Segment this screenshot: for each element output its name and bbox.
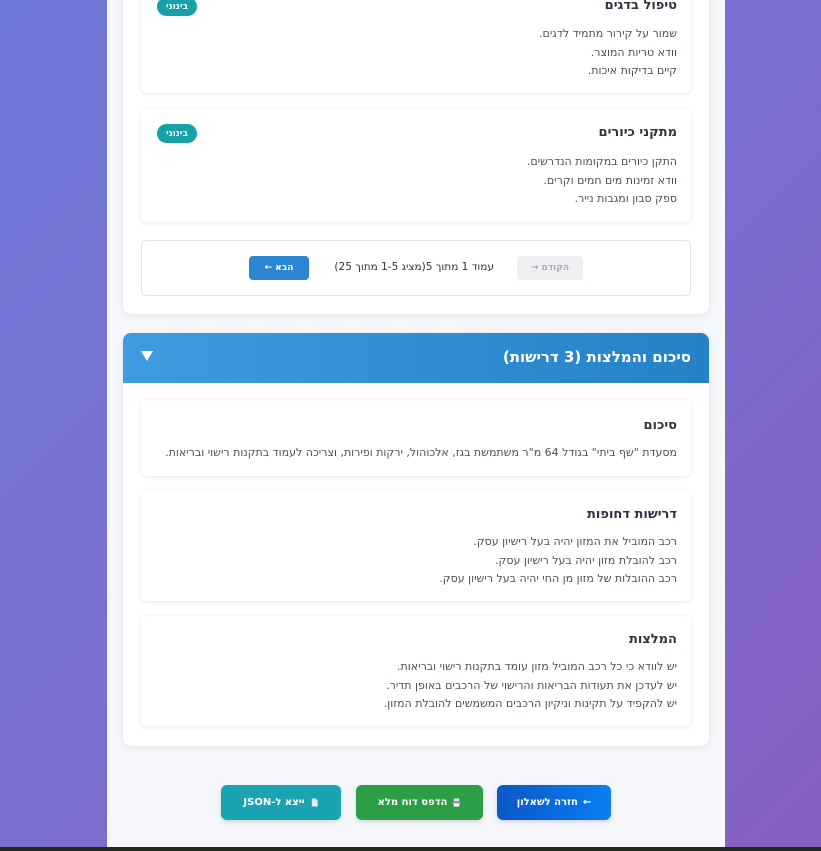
priority-badge: בינוני	[157, 124, 197, 143]
json-label: ייצא ל-JSON	[243, 797, 305, 808]
requirement-title: מתקני כיורים	[598, 125, 677, 140]
urgent-requirements-card: דרישות דחופות רכב המוביל את המזון יהיה ב…	[141, 490, 691, 601]
requirement-card-fish: טיפול בדגים בינוני שמור על קירור מתמיד ל…	[141, 0, 691, 93]
export-json-button[interactable]: ייצא ל-JSON	[221, 785, 341, 820]
requirement-lines: שמור על קירור מתמיד לדגים. וודא טריות המ…	[539, 25, 677, 81]
next-page-label: הבא	[275, 263, 294, 273]
print-label: הדפס דוח מלא	[377, 797, 448, 808]
card-line: יש להקפיד על תקינות וניקיון הרכבים המשמש…	[383, 697, 677, 710]
card-lines: יש לוודא כי כל רכב המוביל מזון עומד בתקנ…	[384, 658, 677, 714]
requirements-panel: טיפול בדגים בינוני שמור על קירור מתמיד ל…	[123, 0, 709, 314]
back-label: חזרה לשאלון	[516, 797, 578, 808]
arrow-right-icon: →	[531, 263, 539, 273]
section-title: סיכום והמלצות (3 דרישות)	[502, 348, 691, 366]
card-lines: רכב המוביל את המזון יהיה בעל רישיון עסק.…	[439, 533, 677, 589]
requirement-title: טיפול בדגים	[604, 0, 677, 13]
summary-card: סיכום מסעדת "שף ביתי" בגודל 64 מ"ר משתמש…	[141, 400, 691, 476]
card-line: יש לוודא כי כל רכב המוביל מזון עומד בתקנ…	[397, 660, 677, 673]
card-title: סיכום	[643, 418, 677, 433]
requirement-line: התקן כיורים במקומות הנדרשים.	[526, 155, 677, 168]
pagination: הקודם → עמוד 1 מתוך 5(מציג 1-5 מתוך 25) …	[141, 240, 691, 296]
report-container: טיפול בדגים בינוני שמור על קירור מתמיד ל…	[107, 0, 725, 847]
bottom-strip	[0, 847, 821, 851]
chevron-down-icon[interactable]	[141, 351, 153, 361]
card-line: יש לעדכן את תעודות הבריאות והרישוי של הר…	[386, 678, 677, 692]
page-info: עמוד 1 מתוך 5(מציג 1-5 מתוך 25)	[334, 261, 494, 273]
summary-section-header[interactable]: סיכום והמלצות (3 דרישות)	[123, 333, 709, 383]
print-report-button[interactable]: הדפס דוח מלא	[356, 785, 483, 820]
prev-page-label: הקודם	[541, 263, 570, 273]
arrow-left-icon: ←	[264, 263, 273, 273]
summary-section: סיכום והמלצות (3 דרישות) סיכום מסעדת "שף…	[123, 333, 709, 746]
requirement-line: קיים בדיקות איכות.	[587, 64, 677, 77]
card-title: דרישות דחופות	[587, 507, 677, 522]
requirement-line: וודא טריות המוצר.	[590, 45, 677, 59]
card-lines: מסעדת "שף ביתי" בגודל 64 מ"ר משתמשת בגז,…	[165, 444, 677, 463]
requirement-line: שמור על קירור מתמיד לדגים.	[539, 27, 677, 40]
card-line: רכב להובלת מזון יהיה בעל רישיון עסק.	[495, 553, 677, 567]
card-line: רכב ההובלות של מזון מן החי יהיה בעל רישי…	[439, 572, 677, 585]
card-line: מסעדת "שף ביתי" בגודל 64 מ"ר משתמשת בגז,…	[165, 446, 677, 459]
card-line: רכב המוביל את המזון יהיה בעל רישיון עסק.	[473, 535, 677, 548]
printer-icon	[452, 798, 461, 807]
next-page-button[interactable]: הבא ←	[249, 256, 309, 280]
prev-page-button[interactable]: הקודם →	[517, 256, 583, 280]
arrow-left-icon: ←	[582, 797, 592, 808]
priority-badge: בינוני	[157, 0, 197, 16]
requirement-lines: התקן כיורים במקומות הנדרשים. וודא זמינות…	[527, 153, 677, 209]
recommendations-card: המלצות יש לוודא כי כל רכב המוביל מזון עו…	[141, 616, 691, 726]
requirement-card-sinks: מתקני כיורים בינוני התקן כיורים במקומות …	[141, 109, 691, 222]
back-to-questionnaire-button[interactable]: ← חזרה לשאלון	[497, 785, 611, 820]
card-title: המלצות	[628, 632, 677, 647]
document-icon	[311, 798, 318, 807]
requirement-line: וודא זמינות מים חמים וקרים.	[543, 173, 677, 187]
requirement-line: ספק סבון ומגבות נייר.	[574, 192, 677, 205]
